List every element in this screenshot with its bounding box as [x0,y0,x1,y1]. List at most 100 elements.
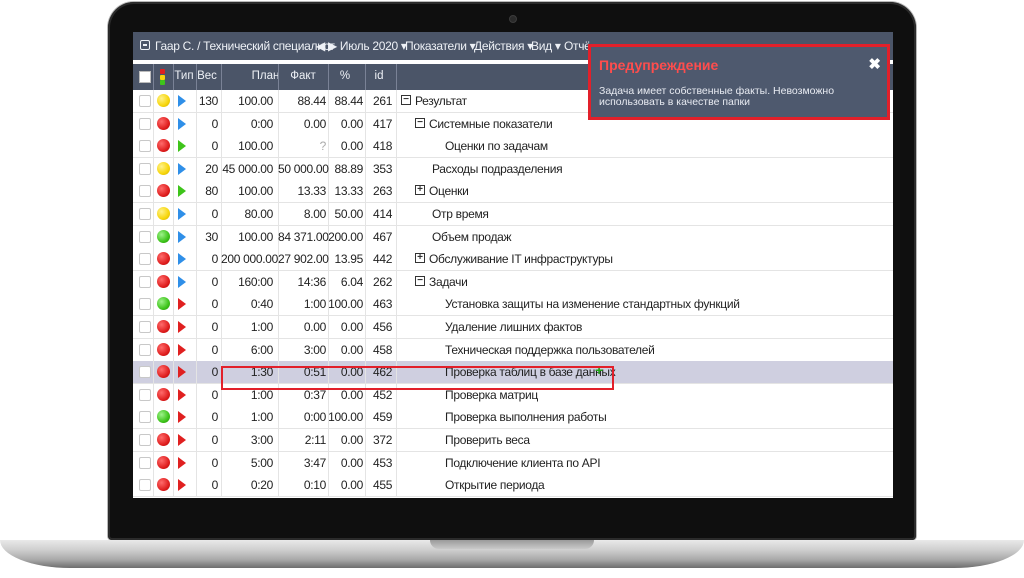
row-checkbox[interactable] [139,321,151,333]
column-header-weight[interactable]: Вес [196,70,218,82]
task-name[interactable]: Установка защиты на изменение стандартны… [445,297,740,311]
plan-cell: 6:00 [250,343,273,357]
plan-cell: 1:00 [250,410,273,424]
task-name[interactable]: Отр время [432,207,489,221]
row-checkbox[interactable] [139,366,151,378]
id-cell: 417 [373,117,393,131]
row-checkbox[interactable] [139,95,151,107]
status-dot-icon [157,230,170,243]
row-checkbox[interactable] [139,434,151,446]
weight-cell: 0 [211,275,219,289]
table-row[interactable]: 0 100.00? 0.00 418 Оценки по задачам [133,135,893,158]
table-row[interactable]: 0 1:00 0:00 100.00 459 Проверка выполнения ра… [133,406,893,429]
expand-icon[interactable]: + [415,253,425,263]
type-arrow-icon [178,321,186,333]
column-header-type[interactable]: Тип [173,70,195,82]
status-dot-icon [157,94,170,107]
fact-cell: 1:00 [303,297,326,311]
type-arrow-icon [178,434,186,446]
plan-cell: 0:40 [250,297,273,311]
table-row[interactable]: 0 0:20 0:10 0.00 455 Открытие периода [133,474,893,497]
row-checkbox[interactable] [139,185,151,197]
status-dot-icon [157,365,170,378]
row-checkbox[interactable] [139,457,151,469]
table-row[interactable]: 0 160:00 14:36 6.04 262 − Задачи [133,271,893,294]
fact-cell: 3:00 [303,343,326,357]
weight-cell: 30 [205,230,218,244]
task-name[interactable]: Открытие периода [445,478,545,492]
fact-cell: 0.00 [303,320,326,334]
row-checkbox[interactable] [139,253,151,265]
task-name[interactable]: Техническая поддержка пользователей [445,343,655,357]
fact-cell: 8.00 [303,207,326,221]
task-name[interactable]: Проверка матриц [445,388,538,402]
weight-cell: 20 [205,162,218,176]
task-name[interactable]: Расходы подразделения [432,162,563,176]
row-checkbox[interactable] [139,411,151,423]
status-dot-icon [157,297,170,310]
status-dot-icon [157,207,170,220]
logout-icon[interactable] [140,40,150,50]
column-header-percent[interactable]: % [330,70,360,82]
type-arrow-icon [178,389,186,401]
row-checkbox[interactable] [139,389,151,401]
table-row[interactable]: 80 100.00 13.33 13.33 263 + Оценки [133,180,893,203]
table-row[interactable]: 0 80.00 8.00 50.00 414 Отр время [133,203,893,226]
menu-view[interactable]: Вид ▾ [531,39,561,53]
table-row[interactable]: 20 45 000.00 50 000.00 88.89 353 Расходы подр… [133,158,893,181]
row-checkbox[interactable] [139,118,151,130]
task-name[interactable]: Проверка выполнения работы [445,410,607,424]
task-name[interactable]: Проверить веса [445,433,530,447]
table-row[interactable]: 0 0:40 1:00 100.00 463 Установка защиты на из… [133,293,893,316]
table-row[interactable]: 0 6:00 3:00 0.00 458 Техническая поддержка по… [133,339,893,362]
collapse-icon[interactable]: − [415,276,425,286]
task-name[interactable]: Задачи [429,275,468,289]
close-icon[interactable]: ✖ [868,55,881,73]
row-checkbox[interactable] [139,344,151,356]
table-row[interactable]: 0 5:00 3:47 0.00 453 Подключение клиента по A… [133,452,893,475]
column-header-fact[interactable]: Факт [278,70,328,82]
laptop-base-notch [430,540,594,549]
row-checkbox[interactable] [139,231,151,243]
weight-cell: 0 [211,433,219,447]
row-checkbox[interactable] [139,298,151,310]
collapse-icon[interactable]: − [415,118,425,128]
id-cell: 263 [373,184,393,198]
task-name[interactable]: Результат [415,94,467,108]
task-name[interactable]: Системные показатели [429,117,553,131]
row-checkbox[interactable] [139,163,151,175]
table-row[interactable]: 30 100.00 84 371.00 200.00 467 Объем продаж [133,226,893,249]
fact-cell: 0.00 [303,117,326,131]
row-checkbox[interactable] [139,479,151,491]
period-navigator[interactable]: ◀ ▶ Июль 2020 ▾ [316,39,407,53]
table-row[interactable]: 0 200 000.00 27 902.00 13.95 442 + Обслуживани… [133,248,893,271]
row-checkbox[interactable] [139,276,151,288]
status-dot-icon [157,320,170,333]
user-name[interactable]: Гаар С. / Технический специалист [155,39,335,53]
table-row[interactable]: 0 3:00 2:11 0.00 372 Проверить веса [133,429,893,452]
plan-cell: 80.00 [244,207,273,221]
task-name[interactable]: Объем продаж [432,230,512,244]
percent-cell: 6.04 [340,275,363,289]
task-name[interactable]: Обслуживание IT инфраструктуры [429,252,613,266]
expand-icon[interactable]: + [415,185,425,195]
fact-cell: 50 000.00 [278,162,329,176]
weight-cell: 0 [211,478,219,492]
table-row[interactable]: 0 1:00 0.00 0.00 456 Удаление лишних фактов [133,316,893,339]
task-name[interactable]: Подключение клиента по API [445,456,601,470]
select-all-checkbox[interactable] [139,71,151,83]
row-checkbox[interactable] [139,208,151,220]
row-checkbox[interactable] [139,140,151,152]
collapse-icon[interactable]: − [401,95,411,105]
status-dot-icon [157,433,170,446]
column-header-id[interactable]: id [369,70,389,82]
menu-reports[interactable]: Отчё [564,39,591,53]
status-dot-icon [157,410,170,423]
menu-actions[interactable]: Действия ▾ [474,39,533,53]
menu-indicators[interactable]: Показатели ▾ [405,39,476,53]
task-name[interactable]: Оценки [429,184,469,198]
weight-cell: 0 [211,297,219,311]
task-name[interactable]: Оценки по задачам [445,139,548,153]
percent-cell: 100.00 [328,297,363,311]
task-name[interactable]: Удаление лишних фактов [445,320,582,334]
